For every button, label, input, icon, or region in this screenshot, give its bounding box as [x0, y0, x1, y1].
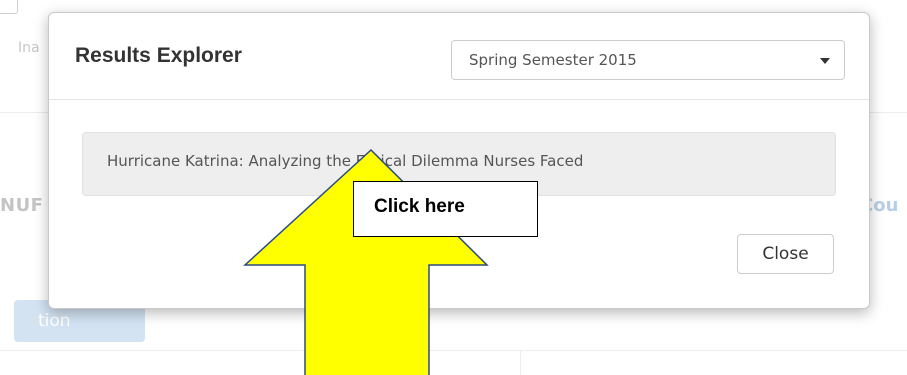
- background-section-label: NUF: [0, 195, 44, 216]
- annotation-callout-text: Click here: [374, 196, 465, 217]
- annotation-callout: Click here: [353, 181, 538, 237]
- close-button[interactable]: Close: [737, 234, 834, 274]
- chevron-down-icon: [820, 58, 830, 64]
- background-table-border: [0, 350, 907, 351]
- semester-select-value: Spring Semester 2015: [469, 51, 637, 69]
- results-explorer-modal: Results Explorer Spring Semester 2015 Hu…: [48, 12, 870, 309]
- background-tab-label: Ina: [18, 40, 40, 56]
- background-table-column-divider: [520, 350, 521, 375]
- modal-title: Results Explorer: [75, 44, 242, 67]
- result-item-title: Hurricane Katrina: Analyzing the Ethical…: [107, 152, 584, 170]
- background-checkbox[interactable]: [0, 0, 18, 14]
- background-action-button-label: tion: [38, 311, 71, 331]
- semester-select[interactable]: Spring Semester 2015: [451, 40, 845, 80]
- modal-header: Results Explorer Spring Semester 2015: [49, 13, 869, 100]
